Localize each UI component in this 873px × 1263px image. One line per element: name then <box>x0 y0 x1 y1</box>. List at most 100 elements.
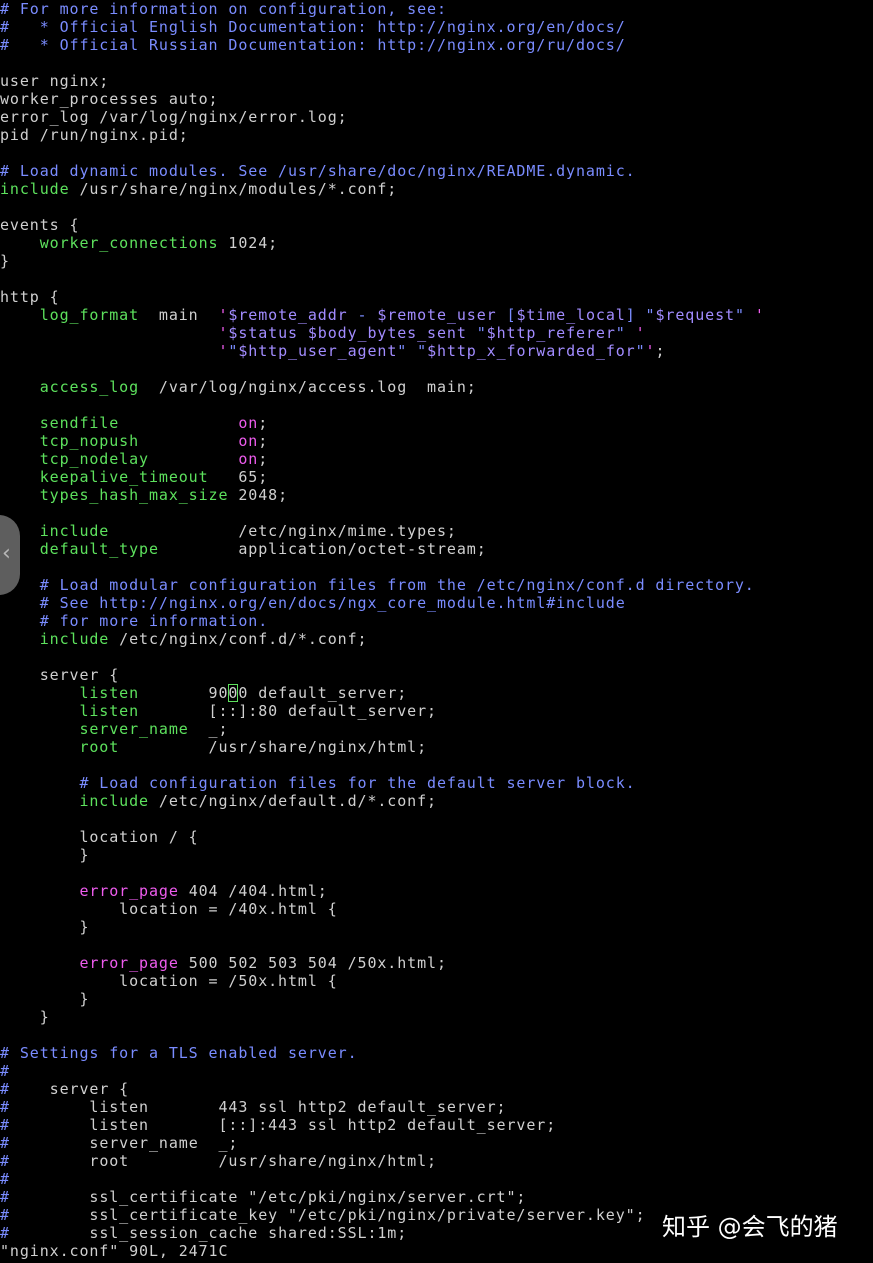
code-token: on <box>238 432 259 450</box>
code-line[interactable]: # Load configuration files for the defau… <box>0 774 636 792</box>
code-token: sendfile <box>0 414 120 432</box>
side-collapse-handle[interactable]: ‹ <box>0 515 20 595</box>
code-line[interactable]: include /etc/nginx/conf.d/*.conf; <box>0 630 367 648</box>
code-token: 1024; <box>218 234 279 252</box>
code-line[interactable]: root /usr/share/nginx/html; <box>0 738 427 756</box>
code-line[interactable]: location = /40x.html { <box>0 900 338 918</box>
code-line[interactable]: # * Official English Documentation: http… <box>0 18 626 36</box>
code-token: $remote_user <box>377 306 497 324</box>
code-token: ; <box>258 432 269 450</box>
code-token: } <box>0 252 10 270</box>
code-token: ssl_session_cache shared:SSL:1m; <box>9 1224 408 1242</box>
code-line[interactable]: } <box>0 846 89 864</box>
code-token: ssl_certificate_key "/etc/pki/nginx/priv… <box>9 1206 646 1224</box>
code-token: error_log /var/log/nginx/error.log; <box>0 108 348 126</box>
code-token: error_page <box>0 882 179 900</box>
code-line[interactable]: server_name _; <box>0 720 228 738</box>
code-token: server_name <box>0 720 189 738</box>
code-line[interactable]: server { <box>0 666 119 684</box>
code-line[interactable]: '$status $body_bytes_sent "$http_referer… <box>0 324 646 342</box>
code-token: server { <box>0 666 120 684</box>
code-token: listen 443 ssl http2 default_server; <box>9 1098 507 1116</box>
code-line[interactable]: access_log /var/log/nginx/access.log mai… <box>0 378 477 396</box>
code-line[interactable]: events { <box>0 216 79 234</box>
code-token: # <box>0 1080 10 1098</box>
code-token: include <box>0 792 149 810</box>
code-line[interactable]: worker_connections 1024; <box>0 234 278 252</box>
code-token: # Load configuration files for the defau… <box>0 774 636 792</box>
code-line[interactable]: # listen 443 ssl http2 default_server; <box>0 1098 506 1116</box>
code-line[interactable]: worker_processes auto; <box>0 90 218 108</box>
code-line[interactable]: # ssl_certificate "/etc/pki/nginx/server… <box>0 1188 526 1206</box>
code-line[interactable]: # Load modular configuration files from … <box>0 576 755 594</box>
chevron-left-icon: ‹ <box>2 541 11 566</box>
code-token: ; <box>655 342 666 360</box>
code-line[interactable]: sendfile on; <box>0 414 268 432</box>
code-line[interactable]: http { <box>0 288 60 306</box>
code-line[interactable]: # See http://nginx.org/en/docs/ngx_core_… <box>0 594 626 612</box>
code-line[interactable]: # ssl_session_cache shared:SSL:1m; <box>0 1224 407 1242</box>
code-token: 500 502 503 504 /50x.html; <box>178 954 447 972</box>
code-line[interactable]: error_page 500 502 503 504 /50x.html; <box>0 954 447 972</box>
code-token: " " <box>397 342 428 360</box>
code-line[interactable]: include /etc/nginx/mime.types; <box>0 522 457 540</box>
code-line[interactable]: # for more information. <box>0 612 268 630</box>
code-token: on <box>238 450 259 468</box>
code-token: error_page <box>0 954 179 972</box>
code-token: # <box>0 1206 10 1224</box>
code-line[interactable]: listen 9000 default_server; <box>0 684 407 702</box>
code-line[interactable]: types_hash_max_size 2048; <box>0 486 288 504</box>
code-token: # <box>0 1170 10 1188</box>
code-line[interactable]: # server { <box>0 1080 129 1098</box>
code-token: $body_bytes_sent <box>307 324 467 342</box>
code-token: http { <box>0 288 60 306</box>
code-line[interactable]: include /etc/nginx/default.d/*.conf; <box>0 792 437 810</box>
code-token: } <box>0 1008 50 1026</box>
code-line[interactable]: listen [::]:80 default_server; <box>0 702 437 720</box>
code-line[interactable]: # ssl_certificate_key "/etc/pki/nginx/pr… <box>0 1206 646 1224</box>
code-line[interactable]: # root /usr/share/nginx/html; <box>0 1152 437 1170</box>
code-line[interactable]: default_type application/octet-stream; <box>0 540 487 558</box>
code-line[interactable]: # * Official Russian Documentation: http… <box>0 36 626 54</box>
code-token: # Settings for a TLS enabled server. <box>0 1044 358 1062</box>
code-line[interactable]: error_log /var/log/nginx/error.log; <box>0 108 348 126</box>
code-line[interactable]: error_page 404 /404.html; <box>0 882 328 900</box>
code-line[interactable]: log_format main '$remote_addr - $remote_… <box>0 306 765 324</box>
code-token: tcp_nopush <box>0 432 140 450</box>
code-line[interactable]: location / { <box>0 828 199 846</box>
code-line[interactable]: location = /50x.html { <box>0 972 338 990</box>
code-line[interactable]: tcp_nodelay on; <box>0 450 268 468</box>
code-line[interactable]: tcp_nopush on; <box>0 432 268 450</box>
code-line[interactable]: # Load dynamic modules. See /usr/share/d… <box>0 162 636 180</box>
code-line[interactable]: # For more information on configuration,… <box>0 0 447 18</box>
code-line[interactable]: # <box>0 1062 10 1080</box>
code-line[interactable]: } <box>0 918 89 936</box>
code-token: # <box>0 1134 10 1152</box>
code-line[interactable]: keepalive_timeout 65; <box>0 468 268 486</box>
code-line[interactable]: # <box>0 1170 10 1188</box>
code-token: ' <box>754 306 765 324</box>
code-line[interactable]: } <box>0 252 10 270</box>
code-token: types_hash_max_size <box>0 486 229 504</box>
code-token: events { <box>0 216 80 234</box>
code-token: server_name _; <box>9 1134 239 1152</box>
code-token: - <box>347 306 378 324</box>
code-line[interactable]: pid /run/nginx.pid; <box>0 126 189 144</box>
vim-editor[interactable]: # For more information on configuration,… <box>0 0 873 1245</box>
code-token: root /usr/share/nginx/html; <box>9 1152 437 1170</box>
code-line[interactable]: # server_name _; <box>0 1134 238 1152</box>
code-line[interactable]: } <box>0 1008 50 1026</box>
code-token: _; <box>188 720 229 738</box>
code-token: # for more information. <box>0 612 269 630</box>
code-line[interactable]: '"$http_user_agent" "$http_x_forwarded_f… <box>0 342 665 360</box>
code-line[interactable]: include /usr/share/nginx/modules/*.conf; <box>0 180 397 198</box>
code-token: # <box>0 1098 10 1116</box>
code-line[interactable]: } <box>0 990 89 1008</box>
code-token: " <box>635 342 646 360</box>
code-line[interactable]: # listen [::]:443 ssl http2 default_serv… <box>0 1116 556 1134</box>
code-line[interactable]: user nginx; <box>0 72 109 90</box>
code-token: # <box>0 1224 10 1242</box>
code-line[interactable]: # Settings for a TLS enabled server. <box>0 1044 358 1062</box>
code-token: $http_x_forwarded_for <box>427 342 636 360</box>
